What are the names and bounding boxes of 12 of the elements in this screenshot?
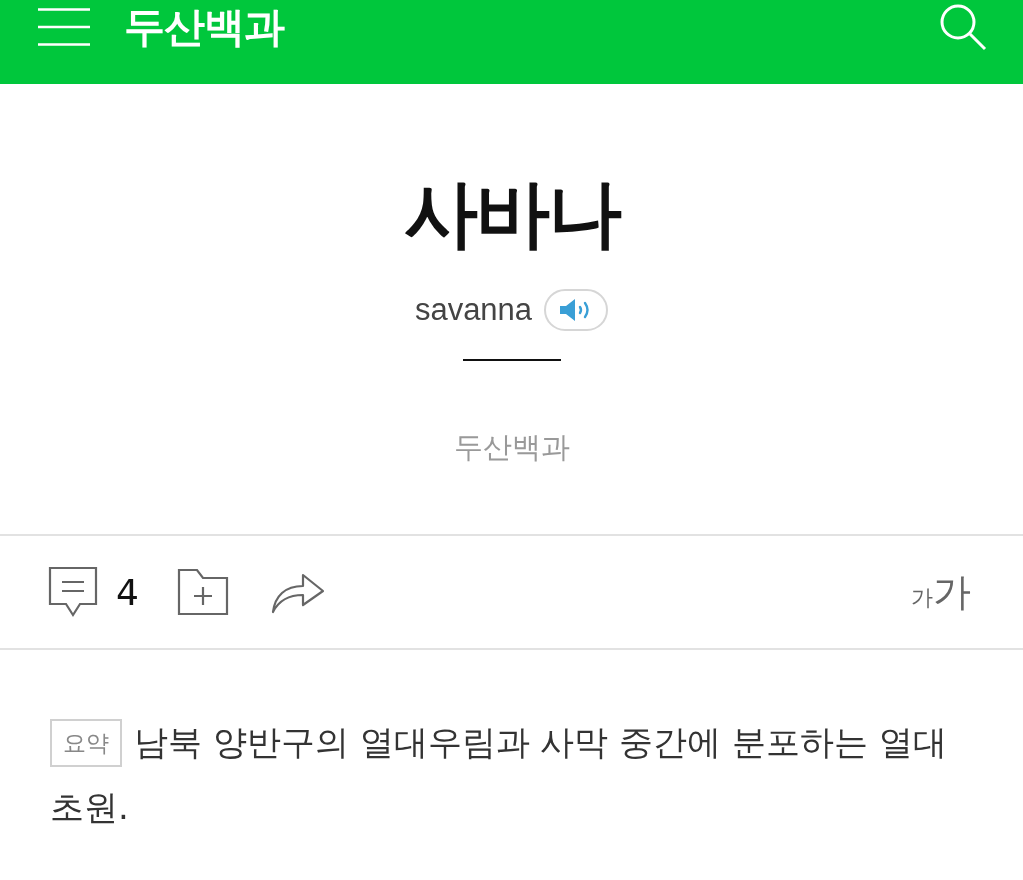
source-label: 두산백과 <box>453 429 570 465</box>
comment-icon[interactable] <box>48 566 98 618</box>
font-size-button[interactable]: 가가 <box>911 566 971 618</box>
summary-text: 요약 남북 양반구의 열대우림과 사막 중간에 분포하는 열대 초원. <box>50 710 980 840</box>
summary-tag: 요약 <box>50 719 122 767</box>
menu-icon <box>38 8 90 46</box>
comment-count: 4 <box>116 571 139 613</box>
entry-title: 사바나 <box>403 169 620 258</box>
romanization: savanna <box>414 291 533 329</box>
pronunciation-button[interactable] <box>544 289 609 331</box>
folder-plus-icon[interactable] <box>176 568 229 616</box>
search-icon <box>939 3 987 51</box>
